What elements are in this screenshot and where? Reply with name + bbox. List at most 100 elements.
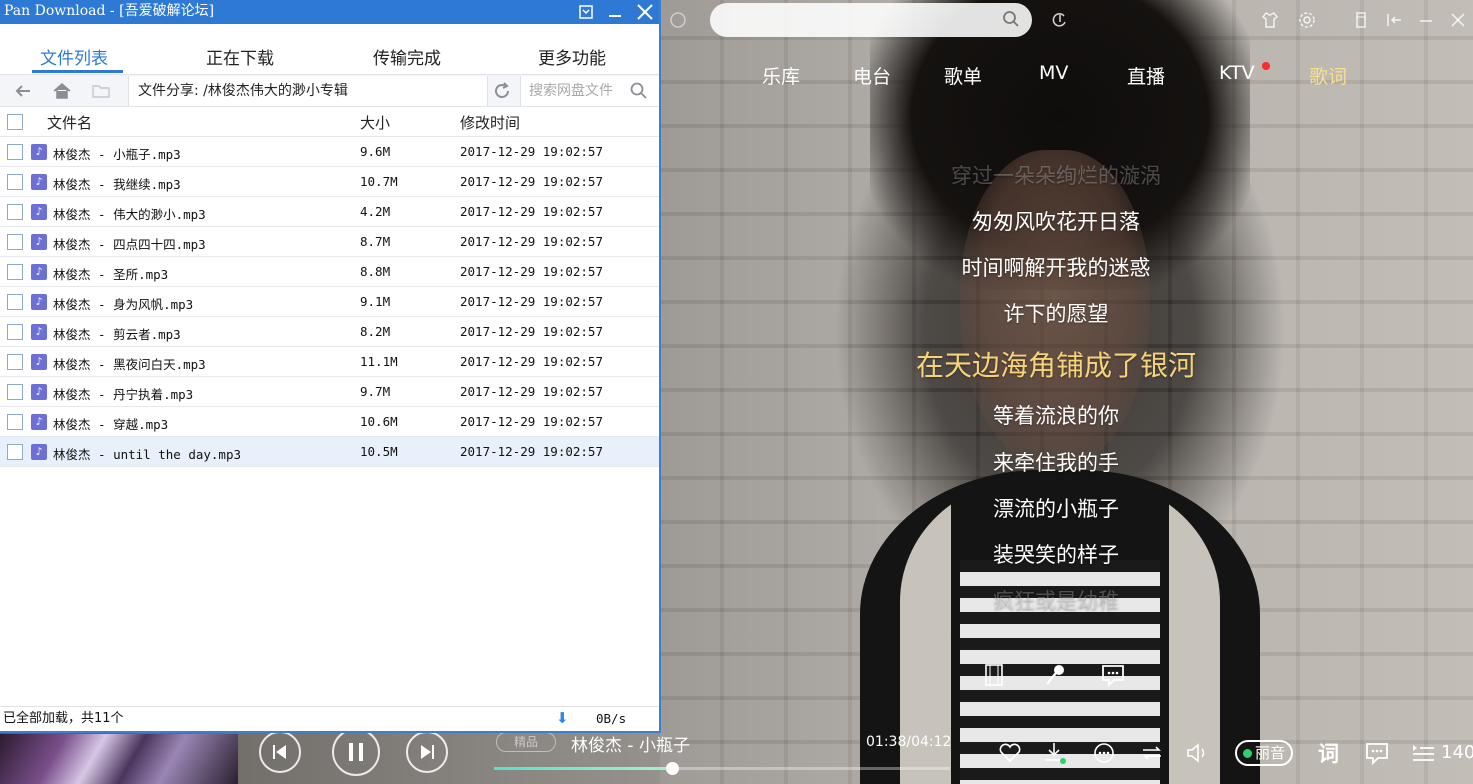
row-checkbox[interactable] <box>7 144 23 160</box>
close-icon[interactable] <box>635 2 655 22</box>
file-search-input[interactable] <box>521 76 626 106</box>
heart-icon[interactable] <box>997 740 1023 766</box>
pause-button[interactable] <box>332 728 380 776</box>
repeat-icon[interactable] <box>1139 740 1165 766</box>
volume-icon[interactable] <box>1184 740 1210 766</box>
comment-icon[interactable] <box>1100 662 1126 688</box>
path-toolbar: 文件分享: /林俊杰伟大的渺小专辑 <box>0 74 659 107</box>
nav-mv[interactable]: MV <box>1039 62 1068 84</box>
search-icon[interactable] <box>1002 10 1020 28</box>
file-row[interactable]: ♪ 林俊杰 - 身为风帆.mp3 9.1M 2017-12-29 19:02:57 <box>0 287 659 317</box>
file-row[interactable]: ♪ 林俊杰 - 四点四十四.mp3 8.7M 2017-12-29 19:02:57 <box>0 227 659 257</box>
file-modified: 2017-12-29 19:02:57 <box>460 234 603 249</box>
gear-icon[interactable] <box>1297 10 1317 30</box>
row-checkbox[interactable] <box>7 354 23 370</box>
next-button[interactable] <box>406 731 448 773</box>
file-row[interactable]: ♪ 林俊杰 - 伟大的渺小.mp3 4.2M 2017-12-29 19:02:57 <box>0 197 659 227</box>
row-checkbox[interactable] <box>7 444 23 460</box>
back-arrow-icon[interactable] <box>13 81 33 101</box>
file-row[interactable]: ♪ 林俊杰 - 黑夜问白天.mp3 11.1M 2017-12-29 19:02:57 <box>0 347 659 377</box>
file-row[interactable]: ♪ 林俊杰 - 我继续.mp3 10.7M 2017-12-29 19:02:57 <box>0 167 659 197</box>
back-icon[interactable] <box>668 10 688 30</box>
mini-mode-icon[interactable] <box>1351 10 1371 30</box>
file-modified: 2017-12-29 19:02:57 <box>460 324 603 339</box>
tab-completed[interactable]: 传输完成 <box>373 44 441 69</box>
file-size: 10.6M <box>360 414 398 429</box>
row-checkbox[interactable] <box>7 384 23 400</box>
file-row[interactable]: ♪ 林俊杰 - 圣所.mp3 8.8M 2017-12-29 19:02:57 <box>0 257 659 287</box>
file-row[interactable]: ♪ 林俊杰 - 丹宁执着.mp3 9.7M 2017-12-29 19:02:57 <box>0 377 659 407</box>
nav-lyrics[interactable]: 歌词 <box>1309 62 1347 89</box>
file-size: 8.7M <box>360 234 391 249</box>
row-checkbox[interactable] <box>7 414 23 430</box>
folder-icon[interactable] <box>91 81 111 101</box>
nav-ktv[interactable]: KTV <box>1219 62 1255 84</box>
column-header-size[interactable]: 大小 <box>360 112 390 133</box>
close-icon[interactable] <box>1448 10 1468 30</box>
row-checkbox[interactable] <box>7 204 23 220</box>
pin-icon[interactable] <box>1384 10 1404 30</box>
chat-icon[interactable] <box>1364 740 1390 766</box>
file-name: 林俊杰 - 伟大的渺小.mp3 <box>53 207 206 222</box>
file-modified: 2017-12-29 19:02:57 <box>460 294 603 309</box>
refresh-icon[interactable] <box>492 81 512 101</box>
path-breadcrumb[interactable]: 文件分享: /林俊杰伟大的渺小专辑 <box>128 76 488 106</box>
film-icon[interactable] <box>981 662 1007 688</box>
select-all-checkbox[interactable] <box>7 114 23 130</box>
music-note-icon: ♪ <box>31 324 47 340</box>
window-title-bar[interactable]: Pan Download - [吾爱破解论坛] <box>0 0 659 24</box>
row-checkbox[interactable] <box>7 174 23 190</box>
lyric-line: 漂流的小瓶子 <box>993 497 1119 521</box>
nav-music-library[interactable]: 乐库 <box>762 62 800 89</box>
sound-effect-toggle[interactable]: 丽音 <box>1235 740 1293 766</box>
column-header-modified[interactable]: 修改时间 <box>460 112 520 133</box>
nav-playlists[interactable]: 歌单 <box>944 62 982 89</box>
previous-button[interactable] <box>259 731 301 773</box>
lyric-line: 疯狂或是幼稚 <box>993 589 1119 613</box>
lyric-line-current: 在天边海角铺成了银河 <box>915 349 1196 382</box>
tab-file-list[interactable]: 文件列表 <box>40 44 108 69</box>
playlist-icon[interactable] <box>1410 740 1436 766</box>
lyric-line: 许下的愿望 <box>1003 302 1109 326</box>
row-checkbox[interactable] <box>7 294 23 310</box>
lyric-line: 穿过一朵朵绚烂的漩涡 <box>951 164 1161 188</box>
file-row[interactable]: ♪ 林俊杰 - 穿越.mp3 10.6M 2017-12-29 19:02:57 <box>0 407 659 437</box>
player-search-input[interactable] <box>710 3 1032 37</box>
file-name: 林俊杰 - 黑夜问白天.mp3 <box>53 357 206 372</box>
file-row[interactable]: ♪ 林俊杰 - 剪云者.mp3 8.2M 2017-12-29 19:02:57 <box>0 317 659 347</box>
quality-badge[interactable]: 精品 <box>496 732 556 752</box>
recognize-icon[interactable] <box>1050 10 1070 30</box>
lyric-line: 等着流浪的你 <box>993 404 1119 428</box>
tab-downloading[interactable]: 正在下载 <box>206 44 274 69</box>
download-icon[interactable] <box>1041 740 1067 766</box>
music-note-icon: ♪ <box>31 174 47 190</box>
progress-bar[interactable] <box>494 762 950 775</box>
column-header-name[interactable]: 文件名 <box>47 112 92 133</box>
playback-time: 01:38/04:12 <box>866 734 952 750</box>
album-cover[interactable] <box>0 734 238 784</box>
row-checkbox[interactable] <box>7 264 23 280</box>
microphone-icon[interactable] <box>1042 662 1068 688</box>
file-name: 林俊杰 - 小瓶子.mp3 <box>53 147 181 162</box>
home-icon[interactable] <box>52 81 72 101</box>
row-checkbox[interactable] <box>7 324 23 340</box>
menu-icon[interactable] <box>576 2 596 22</box>
more-icon[interactable] <box>1091 740 1117 766</box>
nav-radio[interactable]: 电台 <box>853 62 891 89</box>
file-modified: 2017-12-29 19:02:57 <box>460 384 603 399</box>
file-row[interactable]: ♪ 林俊杰 - 小瓶子.mp3 9.6M 2017-12-29 19:02:57 <box>0 137 659 167</box>
search-icon[interactable] <box>629 81 649 101</box>
desktop-lyrics-button[interactable]: 词 <box>1318 738 1339 768</box>
tab-bar: 文件列表 正在下载 传输完成 更多功能 <box>0 24 659 74</box>
nav-live[interactable]: 直播 <box>1127 62 1165 89</box>
lyric-line: 来牵住我的手 <box>993 451 1119 475</box>
now-playing-title[interactable]: 林俊杰 - 小瓶子 <box>571 731 690 756</box>
minimize-icon[interactable] <box>1416 10 1436 30</box>
minimize-icon[interactable] <box>605 2 625 22</box>
music-note-icon: ♪ <box>31 414 47 430</box>
progress-handle[interactable] <box>665 762 679 775</box>
file-row-selected[interactable]: ♪ 林俊杰 - until the day.mp3 10.5M 2017-12-29 … <box>0 437 659 467</box>
skin-icon[interactable] <box>1260 10 1280 30</box>
row-checkbox[interactable] <box>7 234 23 250</box>
tab-more-features[interactable]: 更多功能 <box>538 44 606 69</box>
